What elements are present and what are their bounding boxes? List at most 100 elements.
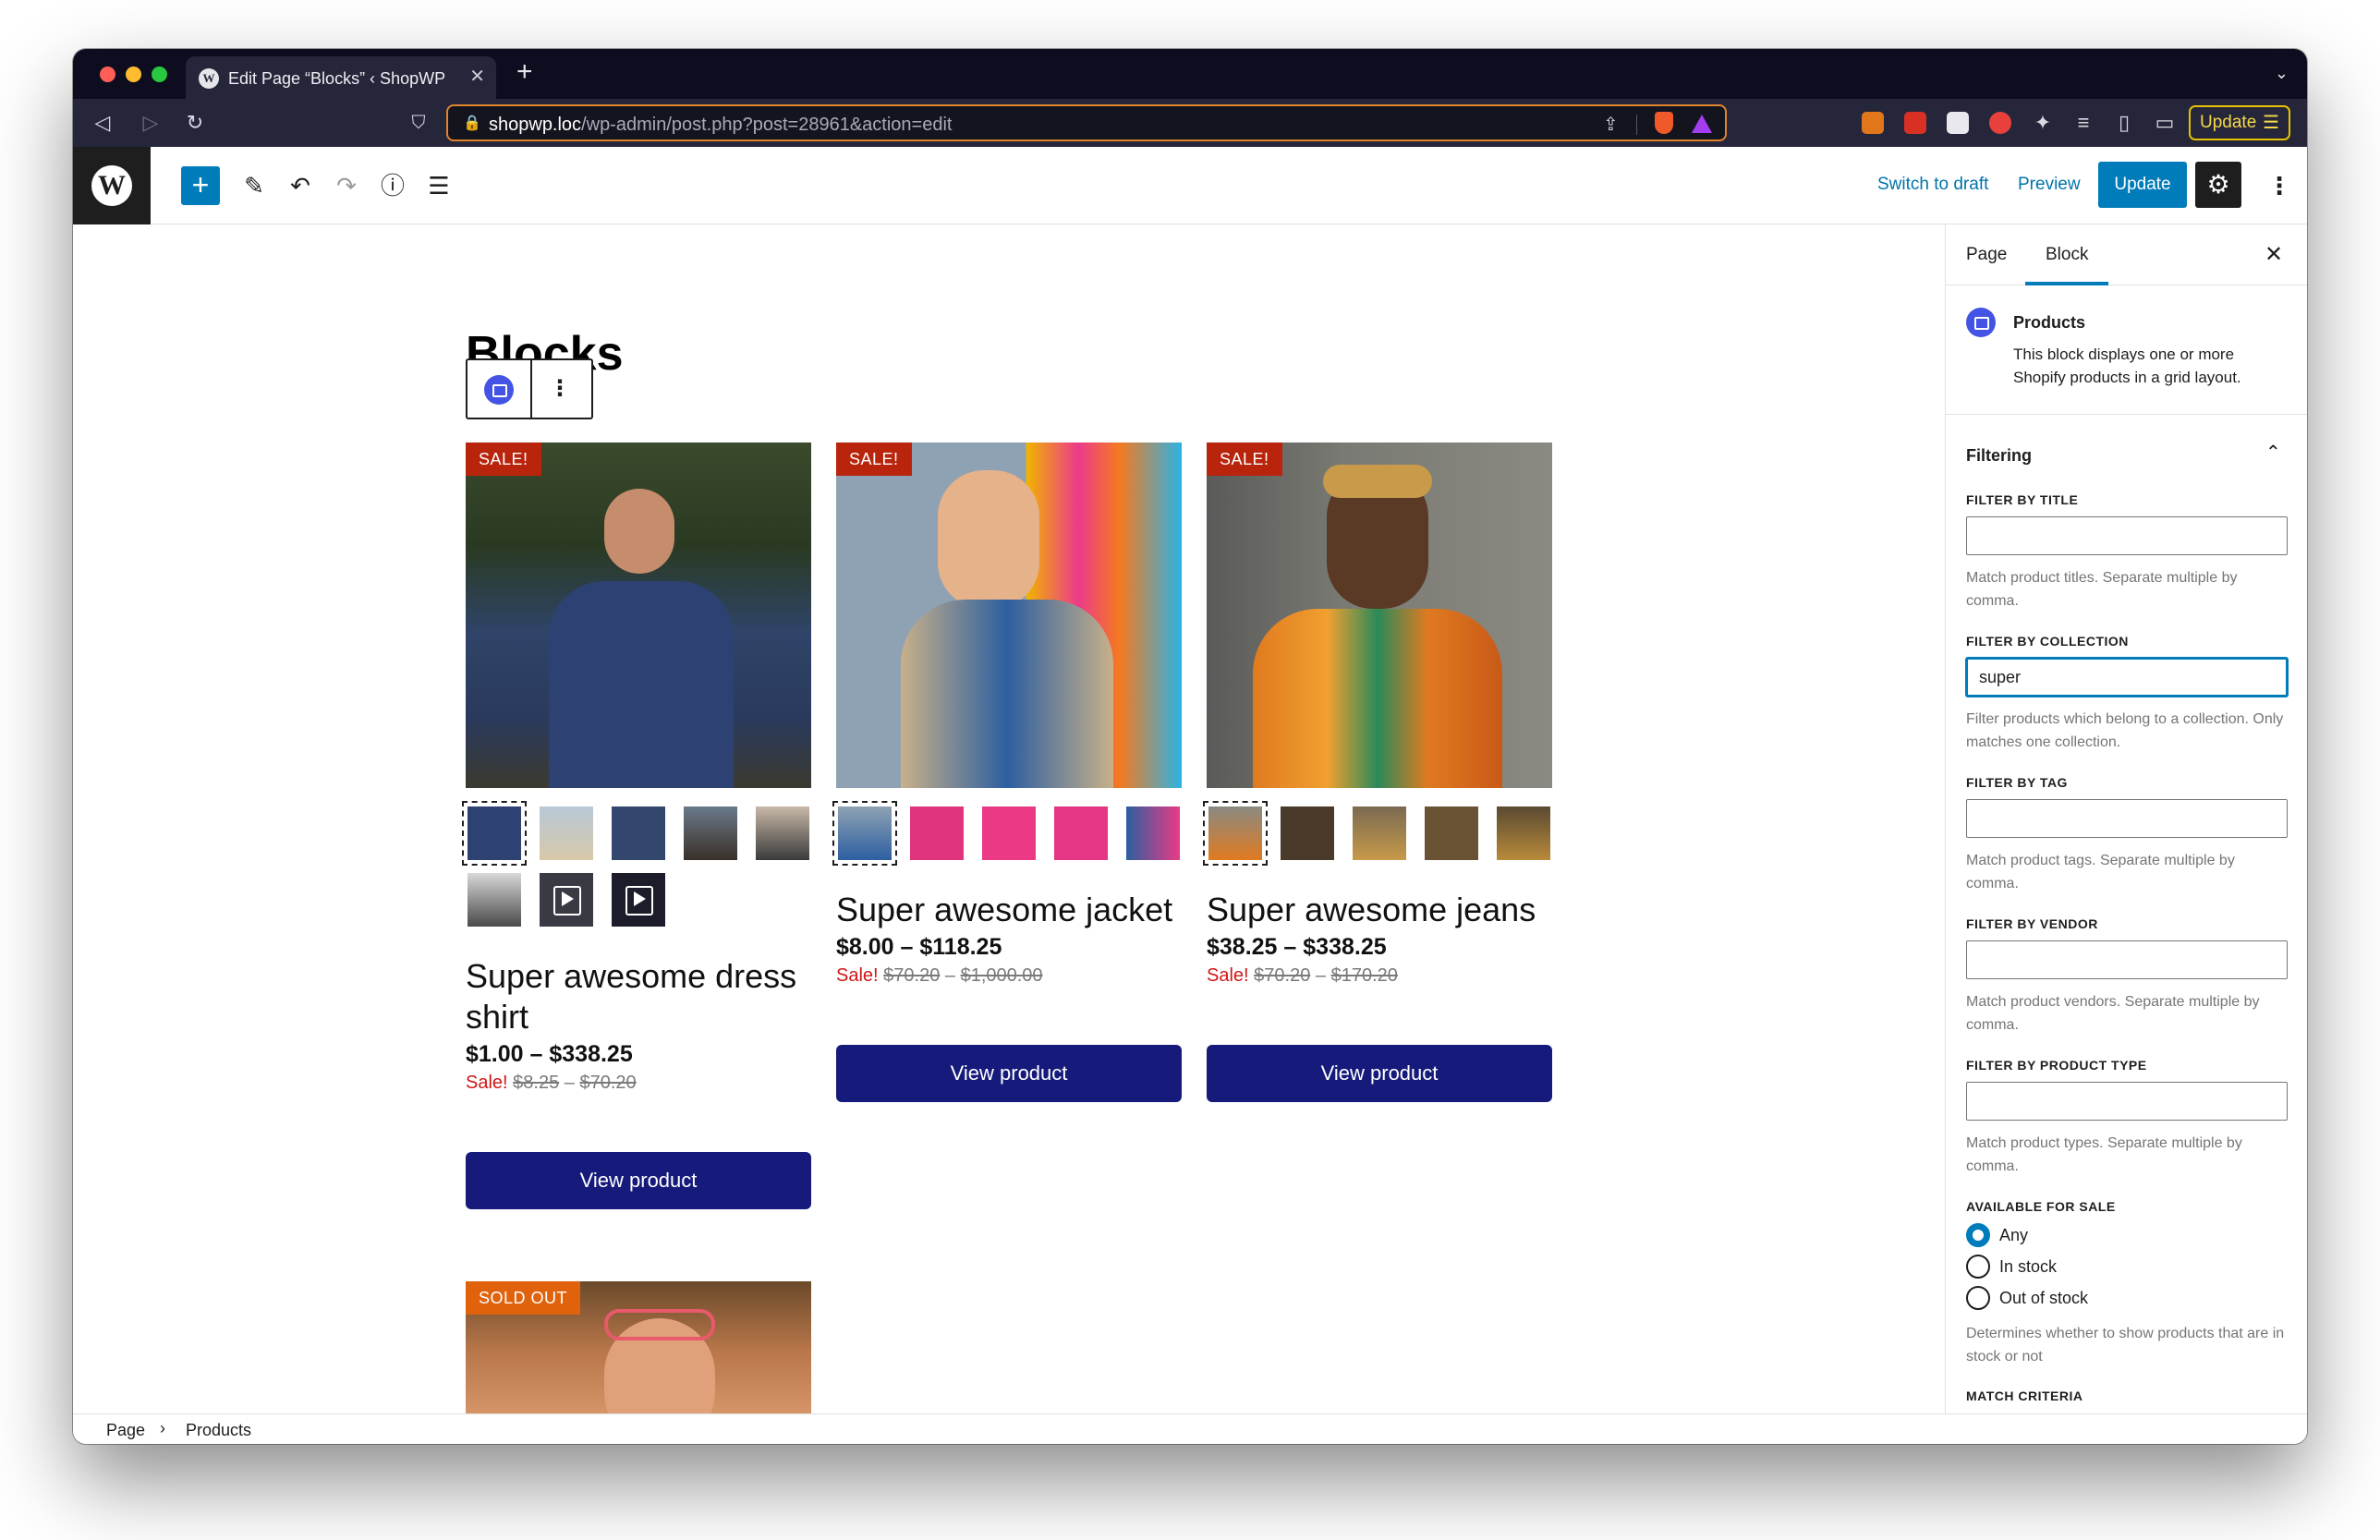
- close-window-button[interactable]: [100, 67, 115, 82]
- product-thumbnail[interactable]: [1126, 806, 1180, 860]
- product-thumbnail[interactable]: [982, 806, 1036, 860]
- filter-by-title-help: Match product titles. Separate multiple …: [1966, 570, 2238, 609]
- product-thumbnail[interactable]: [684, 806, 737, 860]
- radio-any-label[interactable]: Any: [1999, 1226, 2028, 1245]
- product-image[interactable]: SOLD OUT: [466, 1281, 811, 1413]
- product-title[interactable]: Super awesome jeans: [1207, 890, 1552, 930]
- minimize-window-button[interactable]: [126, 67, 141, 82]
- switch-to-draft-button[interactable]: Switch to draft: [1877, 175, 1988, 195]
- forward-icon[interactable]: ▷: [138, 110, 164, 136]
- product-thumbnail[interactable]: [612, 806, 665, 860]
- view-product-button[interactable]: View product: [1207, 1045, 1552, 1102]
- update-button[interactable]: Update: [2098, 162, 2187, 208]
- details-info-icon[interactable]: ⓘ: [378, 171, 407, 200]
- product-thumbnail[interactable]: [540, 806, 593, 860]
- back-icon[interactable]: ◁: [90, 110, 115, 136]
- filter-by-collection-input[interactable]: [1966, 658, 2288, 697]
- filter-by-tag-help: Match product tags. Separate multiple by…: [1966, 853, 2235, 891]
- product-title[interactable]: Super awesome dress shirt: [466, 956, 811, 1037]
- share-icon[interactable]: ⇪: [1603, 113, 1619, 136]
- video-thumbnail-play-icon[interactable]: [612, 873, 665, 927]
- puzzle-extensions-icon[interactable]: ✦: [2030, 110, 2056, 136]
- radio-out-of-stock[interactable]: [1966, 1286, 1990, 1310]
- product-thumbnail[interactable]: [1203, 801, 1268, 866]
- product-card: SOLD OUT: [466, 1281, 811, 1413]
- sidebar-tabs: Page Block ✕: [1946, 224, 2307, 285]
- radio-in-stock-label[interactable]: In stock: [1999, 1257, 2057, 1277]
- product-title[interactable]: Super awesome jacket: [836, 890, 1182, 930]
- preview-button[interactable]: Preview: [2018, 175, 2081, 195]
- product-thumbnail[interactable]: [1497, 806, 1550, 860]
- filter-by-title-input[interactable]: [1966, 516, 2288, 555]
- product-image[interactable]: SALE!: [466, 443, 811, 788]
- tab-list-chevron-icon[interactable]: ⌄: [2275, 64, 2289, 83]
- product-thumbnail[interactable]: [756, 806, 809, 860]
- editor-canvas: Blocks ⋮ SALE! Super awesome dress shirt…: [73, 224, 1945, 1413]
- options-more-icon[interactable]: ⋮: [2267, 165, 2291, 206]
- sale-badge: SALE!: [836, 443, 912, 476]
- reload-icon[interactable]: ↻: [182, 110, 208, 136]
- close-sidebar-icon[interactable]: ✕: [2265, 241, 2283, 268]
- shopwp-block-icon[interactable]: [484, 375, 514, 405]
- edit-tools-pencil-icon[interactable]: ✎: [239, 171, 269, 200]
- tab-page[interactable]: Page: [1966, 245, 2007, 265]
- tab-close-icon[interactable]: ✕: [469, 67, 485, 86]
- product-thumbnail[interactable]: [1054, 806, 1108, 860]
- radio-in-stock[interactable]: [1966, 1255, 1990, 1279]
- product-image[interactable]: SALE!: [836, 443, 1182, 788]
- block-inserter-button[interactable]: +: [181, 166, 220, 205]
- product-sale-pricing: Sale! $70.20 – $170.20: [1207, 965, 1398, 987]
- browser-tab-active[interactable]: W Edit Page “Blocks” ‹ ShopWP S ✕: [186, 56, 496, 99]
- compare-price-low: $8.25: [513, 1073, 560, 1093]
- brave-rewards-icon[interactable]: [1692, 115, 1712, 133]
- breadcrumb-products[interactable]: Products: [186, 1421, 251, 1440]
- block-options-icon[interactable]: ⋮: [541, 373, 578, 405]
- product-thumbnail[interactable]: [832, 801, 897, 866]
- filter-by-product-type-input[interactable]: [1966, 1082, 2288, 1121]
- browser-window: W Edit Page “Blocks” ‹ ShopWP S ✕ + ⌄ ◁ …: [73, 49, 2307, 1444]
- compare-price-high: $70.20: [579, 1073, 637, 1093]
- chevron-up-icon[interactable]: ⌃: [2265, 441, 2281, 464]
- view-product-button[interactable]: View product: [466, 1152, 811, 1209]
- product-price: $8.00 – $118.25: [836, 934, 1002, 960]
- radio-out-of-stock-label[interactable]: Out of stock: [1999, 1289, 2088, 1308]
- wordpress-logo-icon: W: [91, 165, 132, 206]
- video-thumbnail-play-icon[interactable]: [540, 873, 593, 927]
- wallet-icon[interactable]: ▭: [2152, 110, 2178, 136]
- filtering-panel-title[interactable]: Filtering: [1966, 446, 2032, 466]
- model-face-shape: [938, 470, 1039, 609]
- filter-by-vendor-input[interactable]: [1966, 940, 2288, 979]
- shield-extension-icon[interactable]: [1989, 112, 2011, 134]
- extension-red-icon[interactable]: [1904, 112, 1926, 134]
- product-thumbnail[interactable]: [1281, 806, 1334, 860]
- wordpress-logo-button[interactable]: W: [73, 147, 151, 224]
- sidebar-toggle-icon[interactable]: ▯: [2111, 110, 2137, 136]
- radio-any[interactable]: [1966, 1223, 1990, 1247]
- settings-gear-icon[interactable]: ⚙: [2195, 162, 2241, 208]
- breadcrumb-page[interactable]: Page: [106, 1421, 145, 1440]
- reading-list-icon[interactable]: ≡: [2070, 110, 2096, 136]
- browser-update-button[interactable]: Update ☰: [2189, 105, 2290, 140]
- product-thumbnail[interactable]: [910, 806, 964, 860]
- qr-extension-icon[interactable]: [1947, 112, 1969, 134]
- tab-block[interactable]: Block: [2046, 245, 2088, 265]
- filter-by-collection-label: FILTER BY COLLECTION: [1966, 634, 2129, 649]
- brave-shields-icon[interactable]: [1655, 112, 1673, 134]
- filter-by-tag-input[interactable]: [1966, 799, 2288, 838]
- product-image[interactable]: SALE!: [1207, 443, 1552, 788]
- list-view-icon[interactable]: ☰: [424, 171, 454, 200]
- undo-icon[interactable]: ↶: [285, 171, 315, 200]
- product-thumbnail[interactable]: [462, 801, 527, 866]
- product-thumbnail[interactable]: [1353, 806, 1406, 860]
- metamask-extension-icon[interactable]: [1862, 112, 1884, 134]
- address-bar[interactable]: 🔒 shopwp.loc/wp-admin/post.php?post=2896…: [446, 104, 1727, 141]
- block-description: This block displays one or more Shopify …: [2013, 346, 2241, 386]
- view-product-button[interactable]: View product: [836, 1045, 1182, 1102]
- bookmark-icon[interactable]: ⛉: [406, 110, 431, 136]
- redo-icon[interactable]: ↷: [332, 171, 361, 200]
- maximize-window-button[interactable]: [152, 67, 167, 82]
- product-thumbnail[interactable]: [1425, 806, 1478, 860]
- product-thumbnail[interactable]: [468, 873, 521, 927]
- sale-badge: SALE!: [466, 443, 541, 476]
- new-tab-icon[interactable]: +: [516, 58, 533, 86]
